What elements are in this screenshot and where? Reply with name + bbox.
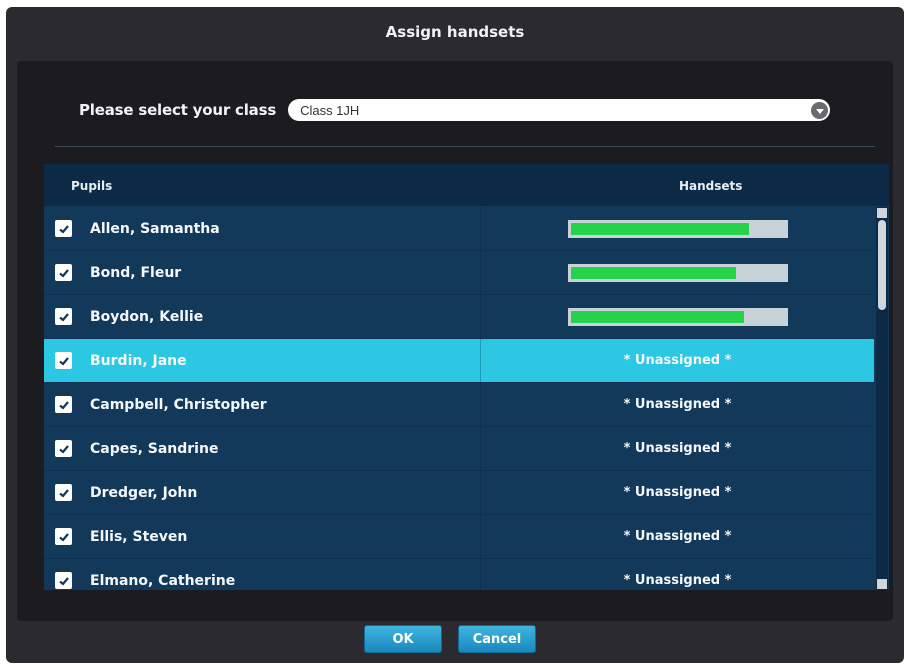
pupil-checkbox[interactable] <box>55 396 72 413</box>
handset-battery-bar <box>567 307 788 326</box>
handset-status: * Unassigned * <box>623 353 732 368</box>
scroll-up-icon[interactable] <box>877 208 887 218</box>
handset-cell[interactable] <box>481 207 874 250</box>
handset-cell[interactable]: * Unassigned * <box>481 515 874 558</box>
battery-fill <box>570 310 744 323</box>
table-row[interactable]: Burdin, Jane * Unassigned * <box>44 339 874 383</box>
checkmark-icon <box>58 268 69 278</box>
pupil-checkbox[interactable] <box>55 440 72 457</box>
dialog-buttons: OK Cancel <box>6 625 904 653</box>
handset-cell[interactable] <box>481 295 874 338</box>
checkmark-icon <box>58 400 69 410</box>
checkmark-icon <box>58 312 69 322</box>
handset-battery-bar <box>567 263 788 282</box>
table-row[interactable]: Ellis, Steven * Unassigned * <box>44 515 874 559</box>
pupil-checkbox[interactable] <box>55 528 72 545</box>
pupil-checkbox[interactable] <box>55 572 72 589</box>
pupil-cell: Burdin, Jane <box>44 339 481 382</box>
class-selector-row: Please select your class Class 1JH <box>79 97 831 123</box>
checkmark-icon <box>58 444 69 454</box>
table-row[interactable]: Allen, Samantha <box>44 207 874 251</box>
scrollbar-thumb[interactable] <box>878 220 886 310</box>
table-body: Allen, Samantha Bond, Fleur Boydon, Kellie… <box>44 207 874 590</box>
handset-cell[interactable]: * Unassigned * <box>481 427 874 470</box>
pupil-checkbox[interactable] <box>55 220 72 237</box>
table-row[interactable]: Bond, Fleur <box>44 251 874 295</box>
divider <box>55 146 875 147</box>
ok-button[interactable]: OK <box>364 625 442 653</box>
checkmark-icon <box>58 356 69 366</box>
pupil-cell: Capes, Sandrine <box>44 427 481 470</box>
pupil-name: Dredger, John <box>90 484 198 501</box>
class-select-dropdown[interactable]: Class 1JH <box>288 99 831 121</box>
pupil-name: Burdin, Jane <box>90 352 187 369</box>
pupil-checkbox[interactable] <box>55 484 72 501</box>
pupil-cell: Boydon, Kellie <box>44 295 481 338</box>
table-header: Pupils Handsets <box>44 164 889 206</box>
pupil-cell: Bond, Fleur <box>44 251 481 294</box>
handset-cell[interactable]: * Unassigned * <box>481 339 874 382</box>
pupil-checkbox[interactable] <box>55 352 72 369</box>
battery-fill <box>570 266 736 279</box>
handset-cell[interactable]: * Unassigned * <box>481 559 874 590</box>
pupil-name: Elmano, Catherine <box>90 572 236 589</box>
handset-status: * Unassigned * <box>623 529 732 544</box>
battery-fill <box>570 222 749 235</box>
pupil-cell: Elmano, Catherine <box>44 559 481 590</box>
handset-battery-bar <box>567 219 788 238</box>
checkmark-icon <box>58 532 69 542</box>
pupil-cell: Dredger, John <box>44 471 481 514</box>
scroll-down-icon[interactable] <box>877 579 887 589</box>
header-handsets: Handsets <box>679 179 743 193</box>
dialog-title: Assign handsets <box>385 23 525 41</box>
chevron-down-icon[interactable] <box>811 102 829 119</box>
pupils-table: Pupils Handsets Allen, Samantha Bond, Fle… <box>44 164 889 590</box>
pupil-name: Ellis, Steven <box>90 528 188 545</box>
pupil-name: Capes, Sandrine <box>90 440 219 457</box>
table-row[interactable]: Dredger, John * Unassigned * <box>44 471 874 515</box>
header-pupils: Pupils <box>71 179 113 193</box>
pupil-cell: Campbell, Christopher <box>44 383 481 426</box>
pupil-name: Bond, Fleur <box>90 264 182 281</box>
handset-cell[interactable]: * Unassigned * <box>481 471 874 514</box>
pupil-name: Campbell, Christopher <box>90 396 267 413</box>
cancel-button[interactable]: Cancel <box>458 625 536 653</box>
checkmark-icon <box>58 224 69 234</box>
checkmark-icon <box>58 576 69 586</box>
handset-cell[interactable] <box>481 251 874 294</box>
handset-status: * Unassigned * <box>623 397 732 412</box>
class-select-label: Please select your class <box>79 101 277 119</box>
scrollbar[interactable] <box>876 207 888 590</box>
pupil-name: Allen, Samantha <box>90 220 220 237</box>
pupil-checkbox[interactable] <box>55 264 72 281</box>
pupil-name: Boydon, Kellie <box>90 308 204 325</box>
dialog-content: Please select your class Class 1JH Pupil… <box>17 61 893 621</box>
handset-status: * Unassigned * <box>623 485 732 500</box>
table-row[interactable]: Elmano, Catherine * Unassigned * <box>44 559 874 590</box>
handset-status: * Unassigned * <box>623 441 732 456</box>
table-row[interactable]: Boydon, Kellie <box>44 295 874 339</box>
table-row[interactable]: Capes, Sandrine * Unassigned * <box>44 427 874 471</box>
table-row[interactable]: Campbell, Christopher * Unassigned * <box>44 383 874 427</box>
pupil-cell: Ellis, Steven <box>44 515 481 558</box>
assign-handsets-dialog: Assign handsets Please select your class… <box>6 7 904 663</box>
class-select-value: Class 1JH <box>300 102 360 118</box>
checkmark-icon <box>58 488 69 498</box>
pupil-cell: Allen, Samantha <box>44 207 481 250</box>
handset-status: * Unassigned * <box>623 573 732 588</box>
handset-cell[interactable]: * Unassigned * <box>481 383 874 426</box>
pupil-checkbox[interactable] <box>55 308 72 325</box>
